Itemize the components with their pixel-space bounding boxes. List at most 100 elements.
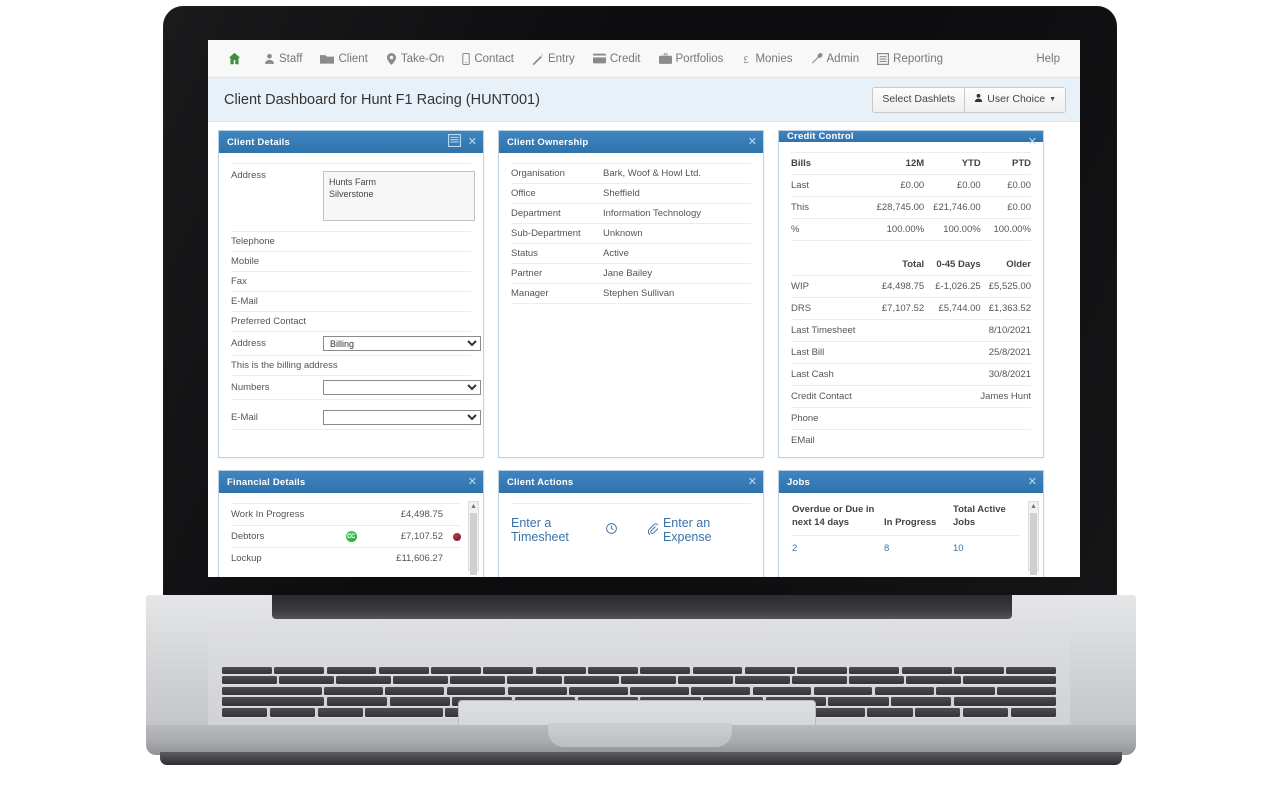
key xyxy=(691,687,750,696)
credit-control-badge-icon[interactable]: CC xyxy=(346,531,357,542)
close-icon[interactable]: ✕ xyxy=(748,137,757,148)
nav-item-home[interactable] xyxy=(222,40,255,78)
table-row: 2 8 10 xyxy=(791,535,1021,555)
label-lockup: Lockup xyxy=(231,553,337,564)
value-department: Information Technology xyxy=(603,204,751,223)
cell-pct-ptd: 100.00% xyxy=(981,219,1031,241)
cell-pct-12m: 100.00% xyxy=(868,219,925,241)
key xyxy=(222,676,277,685)
user-choice-button[interactable]: User Choice ▼ xyxy=(965,87,1066,113)
client-address-row: Address Hunts Farm Silverstone xyxy=(231,163,471,232)
table-row: EMail xyxy=(791,430,1031,452)
panel-tools-financial-details: ✕ xyxy=(468,471,477,493)
panel-title-client-details: Client Details xyxy=(227,137,290,148)
panel-title-client-ownership: Client Ownership xyxy=(507,137,588,148)
key xyxy=(222,667,272,674)
nav-item-credit[interactable]: Credit xyxy=(584,40,650,78)
nav-item-admin[interactable]: Admin xyxy=(802,40,869,78)
th-overdue-or-due: Overdue or Due in next 14 days xyxy=(791,503,883,535)
svg-text:£: £ xyxy=(744,53,750,64)
row-sub-department: Sub-Department Unknown xyxy=(511,224,751,244)
label-numbers: Numbers xyxy=(231,378,323,397)
nav-item-contact[interactable]: Contact xyxy=(453,40,523,78)
flag-slot: CC xyxy=(337,531,365,542)
cell-drs-older: £1,363.52 xyxy=(981,298,1031,320)
amount-debtors[interactable]: £7,107.52 xyxy=(365,531,443,542)
key xyxy=(279,676,334,685)
select-dashlets-button[interactable]: Select Dashlets xyxy=(872,87,965,113)
cell-drs-0-45: £5,744.00 xyxy=(924,298,981,320)
row-billing-note: This is the billing address xyxy=(231,356,471,376)
nav-item-reporting[interactable]: Reporting xyxy=(868,40,952,78)
laptop-base-shadow xyxy=(160,752,1122,765)
key xyxy=(849,667,899,674)
row-office: Office Sheffield xyxy=(511,184,751,204)
jobs-scrollbar[interactable]: ▲ ▼ xyxy=(1028,501,1039,571)
address-type-select[interactable]: Billing xyxy=(323,336,481,351)
cell-wip-total[interactable]: £4,498.75 xyxy=(868,276,925,298)
scrollbar-thumb[interactable] xyxy=(470,513,477,575)
key xyxy=(693,667,743,674)
th-total: Total xyxy=(868,241,925,276)
jobs-table: Overdue or Due in next 14 days In Progre… xyxy=(791,503,1021,555)
key xyxy=(431,667,481,674)
user-choice-label: User Choice xyxy=(987,94,1045,106)
cell-drs-total[interactable]: £7,107.52 xyxy=(868,298,925,320)
nav-item-help[interactable]: Help xyxy=(1036,53,1060,65)
panel-title-client-actions: Client Actions xyxy=(507,477,573,488)
table-row: Last Bill 25/8/2021 xyxy=(791,342,1031,364)
th-12m: 12M xyxy=(868,153,925,175)
th-ytd: YTD xyxy=(924,153,981,175)
financial-details-scrollbar[interactable]: ▲ ▼ xyxy=(468,501,479,571)
enter-expense-link[interactable]: Enter an Expense xyxy=(647,516,751,544)
value-overdue-or-due[interactable]: 2 xyxy=(791,535,883,555)
address-textarea[interactable]: Hunts Farm Silverstone xyxy=(323,171,475,221)
scroll-up-icon[interactable]: ▲ xyxy=(470,502,477,511)
key xyxy=(588,667,638,674)
key xyxy=(963,708,1008,717)
email-select[interactable] xyxy=(323,410,481,425)
keyboard-row xyxy=(222,676,1056,685)
nav-item-client[interactable]: Client xyxy=(311,40,376,78)
key xyxy=(745,667,795,674)
amount-work-in-progress[interactable]: £4,498.75 xyxy=(365,509,443,520)
value-partner: Jane Bailey xyxy=(603,264,751,283)
enter-timesheet-link[interactable]: Enter a Timesheet xyxy=(511,516,617,544)
close-icon[interactable]: ✕ xyxy=(468,477,477,488)
header-actions: Select Dashlets User Choice ▼ xyxy=(872,87,1066,113)
cell-email-value xyxy=(868,430,1031,452)
label-manager: Manager xyxy=(511,284,603,303)
th-0-45-days: 0-45 Days xyxy=(924,241,981,276)
laptop-hinge xyxy=(272,595,1012,619)
address-label: Address xyxy=(231,164,323,185)
key xyxy=(318,708,363,717)
scroll-up-icon[interactable]: ▲ xyxy=(1030,502,1037,511)
nav-label-credit: Credit xyxy=(610,53,641,65)
client-actions-list: Enter a Timesheet Enter an Expense xyxy=(511,503,751,544)
numbers-select[interactable] xyxy=(323,380,481,395)
table-row: This £28,745.00 £21,746.00 £0.00 xyxy=(791,197,1031,219)
close-icon[interactable]: ✕ xyxy=(468,137,477,148)
nav-item-staff[interactable]: Staff xyxy=(255,40,311,78)
close-icon[interactable]: ✕ xyxy=(1028,477,1037,488)
value-total-active-jobs[interactable]: 10 xyxy=(952,535,1021,555)
close-icon[interactable]: ✕ xyxy=(748,477,757,488)
key xyxy=(797,667,847,674)
cell-pct-label: % xyxy=(791,219,868,241)
value-preferred-contact xyxy=(323,318,471,326)
key xyxy=(828,697,888,706)
laptop-base-notch xyxy=(548,723,732,747)
nav-item-monies[interactable]: £ Monies xyxy=(732,40,801,78)
nav-item-portfolios[interactable]: Portfolios xyxy=(650,40,733,78)
nav-item-take-on[interactable]: Take-On xyxy=(377,40,453,78)
table-header-aged: Total 0-45 Days Older xyxy=(791,241,1031,276)
scrollbar-thumb[interactable] xyxy=(1030,513,1037,575)
chevron-down-icon: ▼ xyxy=(1049,96,1056,104)
notes-list-icon[interactable] xyxy=(448,134,461,150)
value-in-progress[interactable]: 8 xyxy=(883,535,952,555)
nav-item-entry[interactable]: Entry xyxy=(523,40,584,78)
key xyxy=(536,667,586,674)
panel-body-client-actions: Enter a Timesheet Enter an Expense xyxy=(499,493,763,577)
row-numbers: Numbers xyxy=(231,376,471,400)
th-ptd: PTD xyxy=(981,153,1031,175)
